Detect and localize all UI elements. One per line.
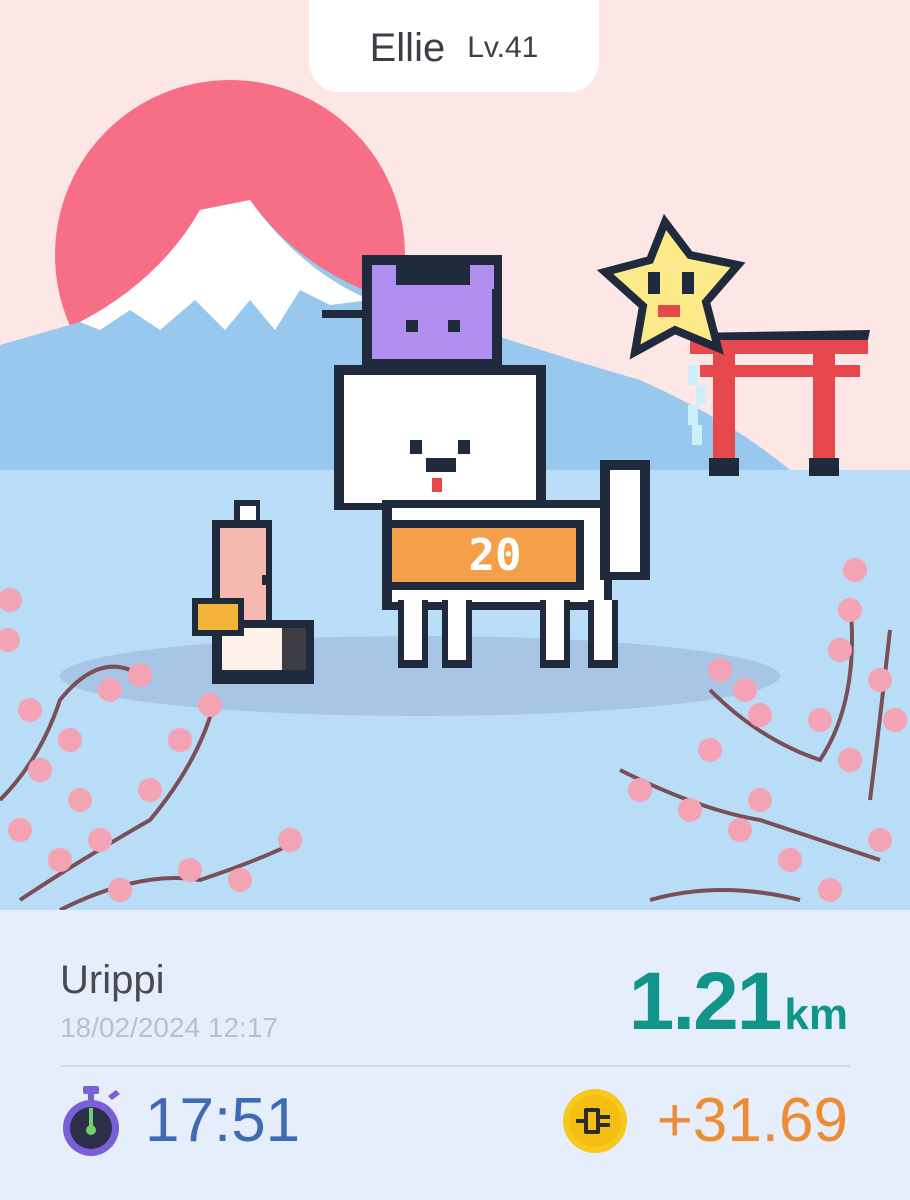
earnings-value: +31.69 <box>656 1086 848 1155</box>
distance-display: 1.21 km <box>629 955 848 1049</box>
pet-name: Ellie <box>369 25 446 70</box>
coin-icon <box>563 1089 627 1153</box>
route-name: Urippi <box>60 958 165 1002</box>
walk-summary-card <box>0 910 910 1200</box>
pet-name-pill[interactable]: Ellie Lv.41 <box>309 0 599 92</box>
distance-unit: km <box>784 990 848 1039</box>
walk-duration: 17:51 <box>145 1086 301 1155</box>
divider <box>60 1065 850 1067</box>
badge-number: 20 <box>469 530 522 581</box>
pet-level: Lv.41 <box>467 31 539 64</box>
walk-datetime: 18/02/2024 12:17 <box>60 1012 278 1043</box>
walk-scene-illustration: 20 <box>0 0 910 910</box>
stopwatch-icon <box>63 1086 120 1156</box>
distance-value: 1.21 <box>628 956 783 1047</box>
